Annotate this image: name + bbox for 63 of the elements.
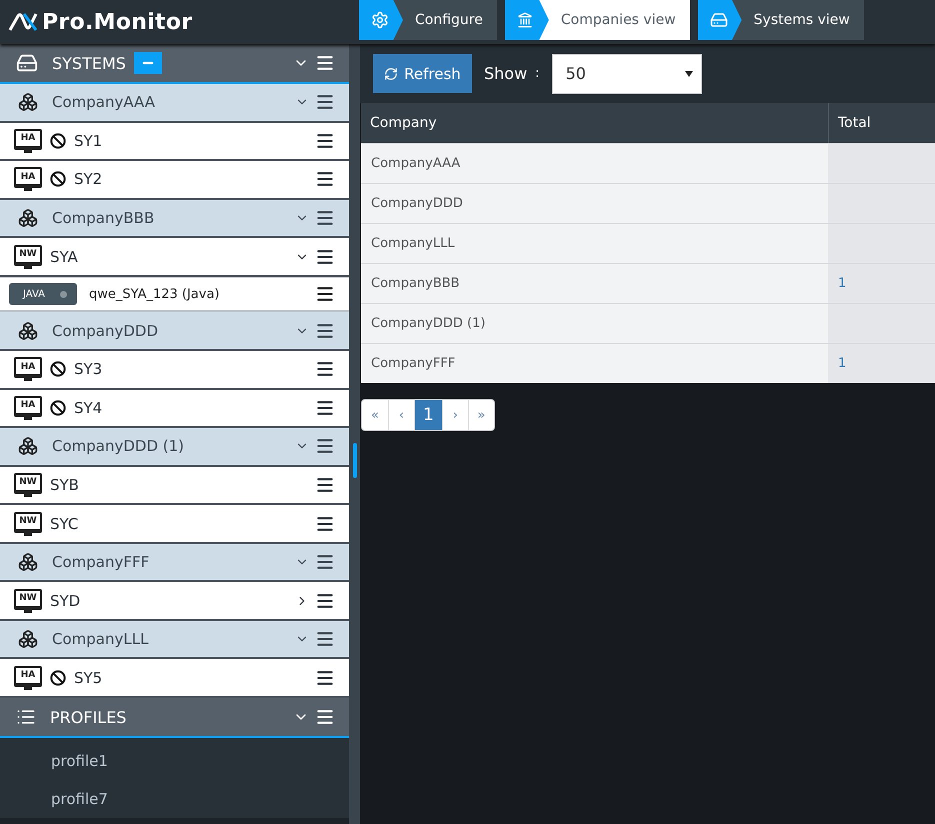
cubes-icon: [18, 208, 38, 228]
bank-icon: [516, 12, 533, 28]
page-size-select[interactable]: 50: [552, 54, 702, 94]
section-title: PROFILES: [50, 708, 126, 727]
system-row[interactable]: NW SYC: [0, 505, 349, 544]
systems-section-header[interactable]: SYSTEMS: [0, 44, 349, 84]
refresh-button[interactable]: Refresh: [373, 54, 472, 93]
cubes-icon: [18, 629, 38, 650]
show-label: Show: [484, 64, 528, 83]
nav-tab[interactable]: Configure: [359, 0, 497, 40]
monitor-type-badge: HA: [14, 666, 42, 690]
cubes-icon: [18, 92, 38, 112]
instance-type-badge: JAVA: [9, 283, 77, 306]
system-row[interactable]: NW SYD: [0, 582, 349, 621]
section-title: SYSTEMS: [52, 54, 126, 72]
collapse-all-button[interactable]: [134, 52, 162, 74]
monitor-type-badge: HA: [14, 396, 42, 420]
table-cell: CompanyAAA: [361, 143, 828, 183]
scrollbar-thumb[interactable]: [353, 443, 357, 478]
refresh-icon: [384, 66, 398, 80]
monitor-type-badge: HA: [14, 357, 42, 382]
company-row[interactable]: CompanyLLL: [0, 620, 349, 660]
menu-icon[interactable]: [315, 53, 335, 73]
profile-item[interactable]: profile7: [0, 780, 349, 818]
label-separator: :: [535, 66, 540, 81]
caret-icon: [684, 70, 693, 76]
app-logo: Pro.Monitor: [42, 10, 192, 34]
cubes-icon: [18, 552, 38, 572]
table-cell: 1: [828, 343, 935, 383]
drive-icon: [710, 11, 728, 29]
monitor-type-badge: HA: [14, 167, 42, 192]
table-cell: CompanyFFF: [361, 343, 828, 383]
page-button[interactable]: »: [468, 400, 494, 430]
monitor-type-badge: NW: [14, 588, 42, 613]
company-row[interactable]: CompanyDDD: [0, 312, 349, 351]
instance-row[interactable]: JAVA qwe_SYA_123 (Java): [0, 276, 349, 312]
logo-icon: [8, 12, 38, 32]
profiles-section-header[interactable]: PROFILES: [0, 698, 349, 738]
table-cell: CompanyDDD: [361, 183, 828, 223]
monitor-type-badge: HA: [14, 128, 42, 153]
system-row[interactable]: NW SYA: [0, 238, 349, 277]
drive-icon: [16, 52, 38, 74]
monitor-type-badge: NW: [14, 472, 42, 497]
gear-icon: [371, 11, 389, 29]
monitor-type-badge: NW: [14, 244, 42, 269]
table-cell: CompanyLLL: [361, 223, 828, 263]
table-cell: CompanyDDD (1): [361, 303, 828, 343]
company-row[interactable]: CompanyDDD (1): [0, 428, 349, 467]
system-row[interactable]: NW SYB: [0, 466, 349, 506]
table-cell: CompanyBBB: [361, 263, 828, 303]
profile-item[interactable]: profile1: [0, 742, 349, 780]
cubes-icon: [18, 320, 38, 341]
monitor-type-badge: NW: [14, 512, 42, 536]
page-button[interactable]: 1: [414, 400, 442, 430]
nav-tab[interactable]: Companies view: [504, 0, 690, 40]
nav-tab[interactable]: Systems view: [698, 0, 864, 40]
column-header[interactable]: Total: [828, 103, 935, 143]
company-row[interactable]: CompanyAAA: [0, 84, 349, 123]
column-header[interactable]: Company: [361, 103, 828, 143]
company-row[interactable]: CompanyBBB: [0, 200, 349, 238]
company-row[interactable]: CompanyFFF: [0, 544, 349, 582]
cubes-icon: [18, 436, 38, 456]
table-cell: 1: [828, 263, 935, 303]
